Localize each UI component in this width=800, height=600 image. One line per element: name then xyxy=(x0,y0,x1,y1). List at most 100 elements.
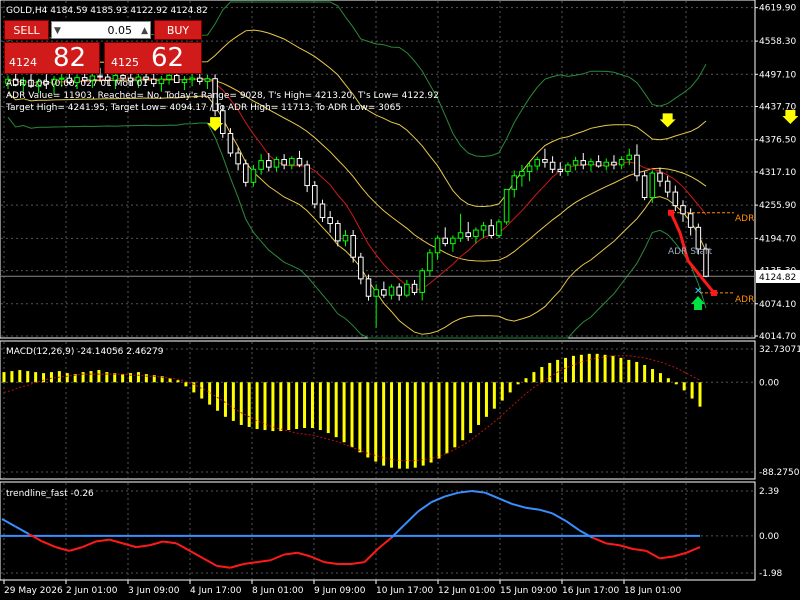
candle-body xyxy=(465,232,471,238)
macd-bar xyxy=(548,362,552,383)
price-tick-label: 4194.70 xyxy=(759,234,796,244)
trend-panel: 2.39 0.00 -1.98 trendline_fast -0.26 xyxy=(0,481,783,581)
candle-body xyxy=(496,221,502,236)
buy-button[interactable]: BUY xyxy=(154,20,202,40)
candle-body xyxy=(419,270,425,293)
macd-bar xyxy=(682,382,686,391)
candle-body xyxy=(480,225,487,231)
macd-bar xyxy=(318,382,322,431)
x-tick-label: 15 Jun 09:00 xyxy=(500,586,557,596)
macd-bar xyxy=(627,359,631,383)
candle-body xyxy=(411,283,418,293)
macd-bar xyxy=(540,367,544,383)
candle-body xyxy=(327,217,333,225)
lot-increase-icon[interactable]: ▲ xyxy=(141,22,148,40)
candle-body xyxy=(350,234,356,258)
macd-bar xyxy=(571,355,575,383)
macd-tick-label: 32.73071 xyxy=(759,345,800,355)
macd-bar xyxy=(184,382,188,387)
info-line-2: ADR Value= 11903, Reached= No, Today's R… xyxy=(6,91,439,101)
price-tick-label: 4437.70 xyxy=(759,103,796,113)
macd-bar xyxy=(255,382,259,430)
macd-bar xyxy=(303,382,307,429)
price-y-axis: 4619.90 4558.30 4497.10 4437.70 4376.50 4317.… xyxy=(755,4,796,342)
candle-body xyxy=(219,110,226,134)
candle-body xyxy=(304,164,310,187)
candle-body xyxy=(296,157,303,166)
macd-bar xyxy=(231,382,235,421)
candle-body xyxy=(150,78,157,85)
macd-bar xyxy=(666,378,670,383)
macd-title: MACD(12,26,9) -24.14056 2.46279 xyxy=(6,347,164,357)
candle-body xyxy=(243,163,249,183)
info-line-1: ADR 1.00 (0.00, 027 01 Mod 01 xyxy=(6,79,148,89)
candle-body xyxy=(312,185,318,205)
macd-tick-label: -88.27500 xyxy=(759,468,800,478)
price-tick-label: 4619.90 xyxy=(759,4,796,14)
trend-y-axis: 2.39 0.00 -1.98 xyxy=(759,487,783,579)
ask-price-box[interactable]: 4125 62 xyxy=(104,42,202,74)
macd-bar xyxy=(556,359,560,383)
macd-bar xyxy=(658,373,662,383)
trend-panel-frame xyxy=(0,481,756,581)
macd-bar xyxy=(350,382,354,448)
candle-body xyxy=(588,161,594,166)
macd-bar xyxy=(26,371,30,383)
macd-bar xyxy=(295,382,299,430)
candle-body xyxy=(289,157,295,166)
macd-bar xyxy=(484,382,488,417)
candle-body xyxy=(473,229,479,238)
macd-bar xyxy=(516,382,520,385)
macd-bar xyxy=(287,382,291,431)
candle-body xyxy=(672,191,679,207)
macd-bar xyxy=(18,370,22,383)
one-click-trading-panel: SELL ▼ 0.05 ▲ BUY 4124 82 4125 62 xyxy=(4,20,202,76)
macd-bar xyxy=(136,372,140,383)
macd-tick-label: 0.00 xyxy=(759,378,779,388)
ask-price-prefix: 4125 xyxy=(111,56,139,69)
macd-bar xyxy=(579,354,583,383)
macd-bar xyxy=(643,364,647,383)
macd-bar xyxy=(492,382,496,409)
candle-body xyxy=(503,188,510,223)
candle-body xyxy=(542,159,548,163)
candle-body xyxy=(595,161,602,167)
macd-bar xyxy=(121,374,125,383)
candle-body xyxy=(442,237,448,245)
macd-bar xyxy=(397,382,401,469)
x-tick-label: 29 May 2026 xyxy=(4,586,63,596)
macd-bar xyxy=(390,382,394,468)
candle-body xyxy=(358,256,364,280)
candle-body xyxy=(196,77,203,82)
macd-bar xyxy=(89,371,93,383)
macd-bar xyxy=(10,371,14,383)
candle-body xyxy=(227,132,234,154)
candle-body xyxy=(250,168,257,183)
trend-tick-label: 2.39 xyxy=(759,487,779,497)
ask-price-pips: 62 xyxy=(151,43,185,73)
macd-bar xyxy=(508,382,512,393)
trend-title: trendline_fast -0.26 xyxy=(6,489,94,499)
cross-marker-icon: ✕ xyxy=(694,286,702,297)
candle-body xyxy=(342,234,349,242)
candle-body xyxy=(526,165,533,172)
candle-body xyxy=(181,79,188,83)
trend-tick-label: 0.00 xyxy=(759,532,779,542)
candle-body xyxy=(649,172,656,199)
candle-body xyxy=(258,160,264,170)
candle-body xyxy=(319,203,326,219)
candle-body xyxy=(626,154,633,161)
info-line-3: Target High= 4241.95, Target Low= 4094.1… xyxy=(5,103,401,113)
macd-bar xyxy=(674,382,678,385)
current-price-tag: 4124.82 xyxy=(759,273,796,283)
bid-price-box[interactable]: 4124 82 xyxy=(4,42,100,74)
macd-bar xyxy=(2,372,6,383)
bid-price-pips: 82 xyxy=(53,43,87,73)
price-tick-label: 4014.70 xyxy=(759,332,796,342)
macd-bar xyxy=(461,382,465,441)
adr-high-label: ADR xyxy=(735,214,754,224)
lot-decrease-icon[interactable]: ▼ xyxy=(54,22,61,40)
candle-body xyxy=(388,286,395,296)
sell-button[interactable]: SELL xyxy=(4,20,49,40)
lot-size-input[interactable]: ▼ 0.05 ▲ xyxy=(51,21,151,39)
